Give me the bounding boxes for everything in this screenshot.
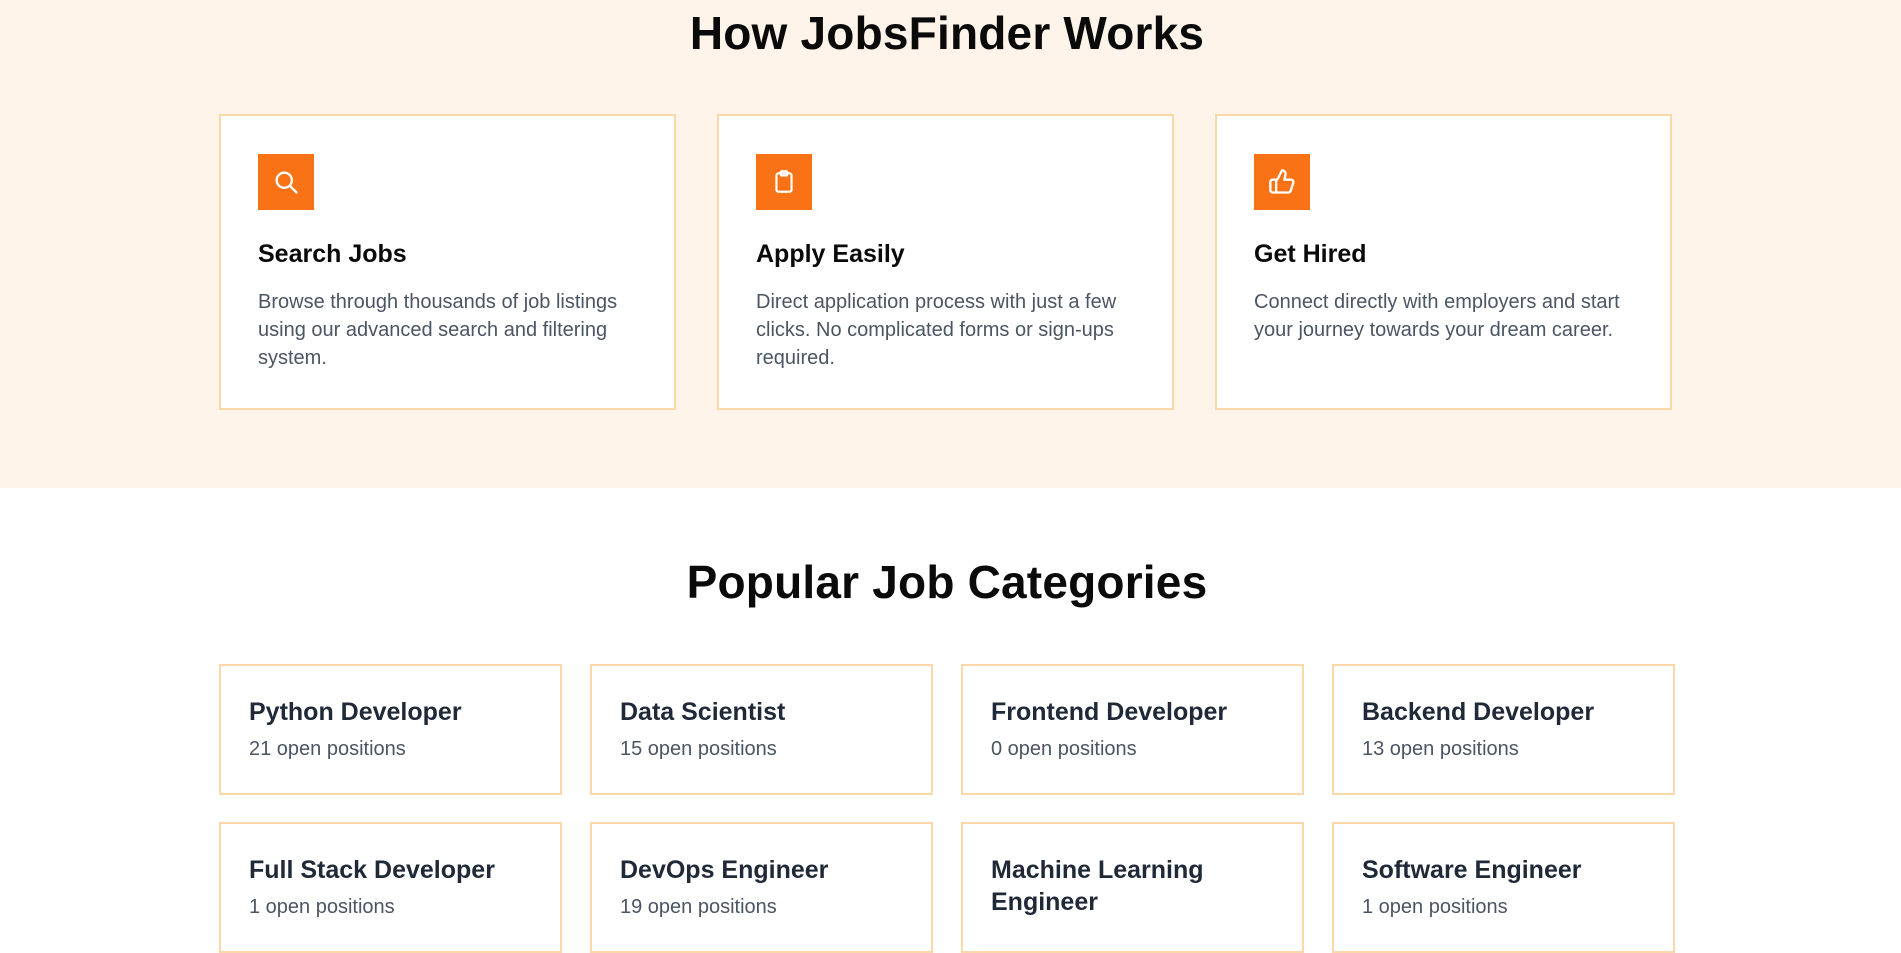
category-open-positions: 1 open positions <box>1362 896 1508 918</box>
category-card-data-scientist[interactable]: Data Scientist 15 open positions <box>590 664 933 795</box>
category-open-positions: 21 open positions <box>249 738 406 760</box>
category-card-frontend-developer[interactable]: Frontend Developer 0 open positions <box>961 664 1304 795</box>
step-description: Direct application process with just a f… <box>756 291 1117 369</box>
category-card-machine-learning-engineer[interactable]: Machine Learning Engineer <box>961 822 1304 953</box>
category-card-devops-engineer[interactable]: DevOps Engineer 19 open positions <box>590 822 933 953</box>
category-name: Python Developer <box>249 698 462 726</box>
category-card-full-stack-developer[interactable]: Full Stack Developer 1 open positions <box>219 822 562 953</box>
thumbs-up-icon <box>1254 154 1310 210</box>
step-title: Get Hired <box>1254 240 1367 268</box>
category-open-positions: 0 open positions <box>991 738 1137 760</box>
step-description: Connect directly with employers and star… <box>1254 291 1620 341</box>
step-card-get-hired: Get Hired Connect directly with employer… <box>1215 114 1672 410</box>
clipboard-icon <box>756 154 812 210</box>
popular-categories-title: Popular Job Categories <box>686 556 1208 608</box>
step-description: Browse through thousands of job listings… <box>258 291 618 369</box>
how-it-works-title: How JobsFinder Works <box>689 7 1205 59</box>
search-icon <box>258 154 314 210</box>
category-open-positions: 13 open positions <box>1362 738 1519 760</box>
category-name: Full Stack Developer <box>249 856 495 884</box>
step-title: Search Jobs <box>258 240 407 268</box>
step-title: Apply Easily <box>756 240 905 268</box>
category-name: Machine Learning Engineer <box>991 856 1204 916</box>
category-open-positions: 15 open positions <box>620 738 777 760</box>
category-open-positions: 1 open positions <box>249 896 395 918</box>
category-card-backend-developer[interactable]: Backend Developer 13 open positions <box>1332 664 1675 795</box>
step-card-search-jobs: Search Jobs Browse through thousands of … <box>219 114 676 410</box>
category-name: Data Scientist <box>620 698 786 726</box>
category-name: Backend Developer <box>1362 698 1595 726</box>
category-open-positions: 19 open positions <box>620 896 777 918</box>
category-name: Software Engineer <box>1362 856 1582 884</box>
category-card-software-engineer[interactable]: Software Engineer 1 open positions <box>1332 822 1675 953</box>
how-it-works-section: How JobsFinder Works Search Jobs Browse … <box>0 0 1901 488</box>
category-card-python-developer[interactable]: Python Developer 21 open positions <box>219 664 562 795</box>
category-name: DevOps Engineer <box>620 856 829 884</box>
step-card-apply-easily: Apply Easily Direct application process … <box>717 114 1174 410</box>
category-name: Frontend Developer <box>991 698 1228 726</box>
